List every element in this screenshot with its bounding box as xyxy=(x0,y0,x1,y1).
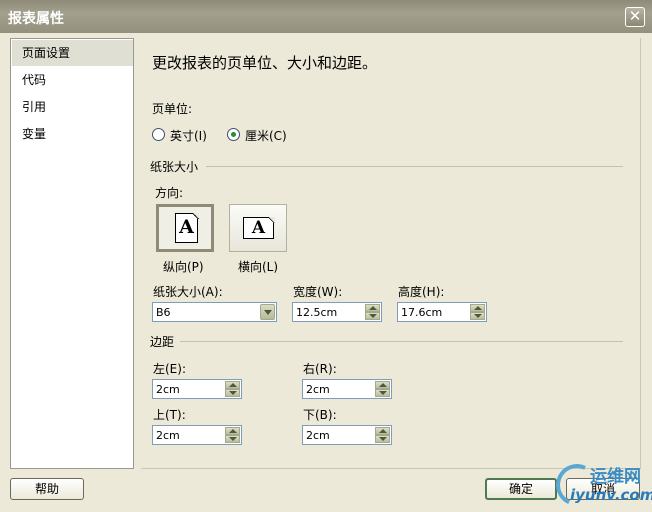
page-heading: 更改报表的页单位、大小和边距。 xyxy=(152,54,378,72)
sidebar-item-page-setup[interactable]: 页面设置 xyxy=(12,40,133,66)
paper-size-group-title: 纸张大小 xyxy=(150,160,199,174)
spin-down-icon[interactable] xyxy=(225,389,240,397)
spin-up-icon[interactable] xyxy=(225,427,240,435)
landscape-page-icon: A xyxy=(243,216,275,239)
window-title: 报表属性 xyxy=(8,11,64,27)
spin-up-icon[interactable] xyxy=(225,381,240,389)
paper-size-value: B6 xyxy=(156,306,171,319)
unit-cm-radio[interactable] xyxy=(227,128,240,141)
ok-button[interactable]: 确定 xyxy=(485,478,557,500)
spin-down-icon[interactable] xyxy=(375,435,390,443)
margin-bottom-value: 2cm xyxy=(306,429,330,442)
paper-size-label: 纸张大小(A): xyxy=(153,285,223,299)
content-panel xyxy=(141,38,641,469)
spin-up-icon[interactable] xyxy=(375,381,390,389)
portrait-page-icon: A xyxy=(175,212,199,243)
paper-size-select[interactable]: B6 xyxy=(152,302,277,322)
group-divider xyxy=(206,166,623,167)
sidebar-nav: 页面设置 代码 引用 变量 xyxy=(10,38,134,469)
landscape-button[interactable]: A xyxy=(229,204,287,252)
page-icon-letter: A xyxy=(251,218,266,238)
watermark-line1: 运维网 xyxy=(590,467,641,487)
page-unit-label: 页单位: xyxy=(152,102,193,116)
spin-buttons[interactable] xyxy=(225,381,240,397)
width-label: 宽度(W): xyxy=(293,285,343,299)
sidebar-item-variables[interactable]: 变量 xyxy=(12,121,133,147)
portrait-button[interactable]: A xyxy=(156,204,214,252)
close-icon: ✕ xyxy=(628,7,642,25)
help-button[interactable]: 帮助 xyxy=(10,478,84,500)
orientation-label: 方向: xyxy=(155,186,184,200)
spin-down-icon[interactable] xyxy=(375,389,390,397)
width-value: 12.5cm xyxy=(296,306,338,319)
margin-left-value: 2cm xyxy=(156,383,180,396)
spin-buttons[interactable] xyxy=(375,381,390,397)
group-divider xyxy=(180,341,623,342)
site-watermark: 运维网 iyunv.com xyxy=(550,458,652,512)
spin-up-icon[interactable] xyxy=(375,427,390,435)
unit-inch-radio[interactable] xyxy=(152,128,165,141)
sidebar-item-code[interactable]: 代码 xyxy=(12,67,133,93)
height-value: 17.6cm xyxy=(401,306,443,319)
margin-right-value: 2cm xyxy=(306,383,330,396)
margin-left-label: 左(E): xyxy=(153,362,186,376)
height-stepper[interactable]: 17.6cm xyxy=(397,302,487,322)
spin-up-icon[interactable] xyxy=(470,304,485,312)
margin-top-value: 2cm xyxy=(156,429,180,442)
portrait-label[interactable]: 纵向(P) xyxy=(163,258,204,275)
unit-inch-label[interactable]: 英寸(I) xyxy=(170,127,207,144)
margin-right-label: 右(R): xyxy=(303,362,337,376)
title-bar: 报表属性 ✕ xyxy=(0,0,652,33)
sidebar-item-references[interactable]: 引用 xyxy=(12,94,133,120)
margin-bottom-stepper[interactable]: 2cm xyxy=(302,425,392,445)
spin-buttons[interactable] xyxy=(375,427,390,443)
margin-left-stepper[interactable]: 2cm xyxy=(152,379,242,399)
spin-down-icon[interactable] xyxy=(470,312,485,320)
spin-buttons[interactable] xyxy=(225,427,240,443)
margin-top-stepper[interactable]: 2cm xyxy=(152,425,242,445)
page-icon-letter: A xyxy=(179,216,194,238)
spin-down-icon[interactable] xyxy=(225,435,240,443)
close-button[interactable]: ✕ xyxy=(625,7,645,27)
spin-up-icon[interactable] xyxy=(365,304,380,312)
margin-right-stepper[interactable]: 2cm xyxy=(302,379,392,399)
radio-selected-dot xyxy=(231,132,236,137)
margin-bottom-label: 下(B): xyxy=(303,408,337,422)
landscape-label[interactable]: 横向(L) xyxy=(238,258,278,275)
watermark-line2: iyunv.com xyxy=(570,486,652,504)
width-stepper[interactable]: 12.5cm xyxy=(292,302,382,322)
margin-top-label: 上(T): xyxy=(153,408,186,422)
chevron-down-icon[interactable] xyxy=(260,304,275,320)
spin-buttons[interactable] xyxy=(470,304,485,320)
unit-cm-label[interactable]: 厘米(C) xyxy=(245,127,287,144)
spin-down-icon[interactable] xyxy=(365,312,380,320)
spin-buttons[interactable] xyxy=(365,304,380,320)
height-label: 高度(H): xyxy=(398,285,445,299)
margins-group-title: 边距 xyxy=(150,335,175,349)
